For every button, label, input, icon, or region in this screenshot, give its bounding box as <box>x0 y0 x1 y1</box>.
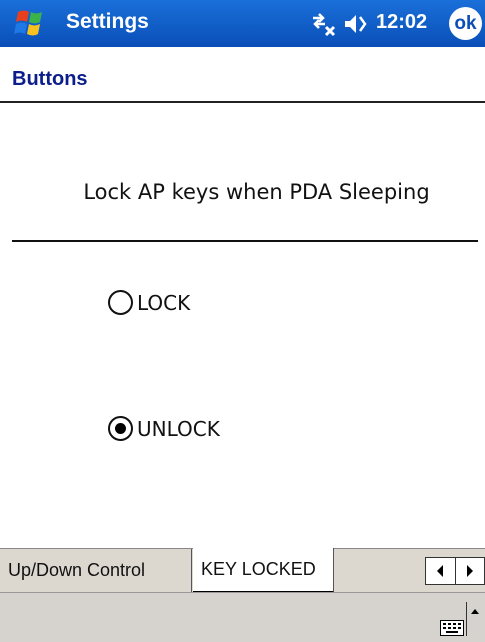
tab-key-locked[interactable]: KEY LOCKED <box>193 548 334 593</box>
arrow-left-icon <box>437 565 444 577</box>
input-panel-toggle-button[interactable] <box>466 602 483 636</box>
app-title: Settings <box>66 10 149 33</box>
tab-strip: Up/Down Control KEY LOCKED <box>0 548 485 593</box>
page-title: Buttons <box>12 68 88 90</box>
lock-radio-label[interactable]: LOCK <box>137 291 190 315</box>
unlock-radio-button[interactable] <box>108 416 133 441</box>
keyboard-icon[interactable] <box>440 620 464 636</box>
tab-up-down-control[interactable]: Up/Down Control <box>0 549 192 592</box>
unlock-radio-label[interactable]: UNLOCK <box>137 417 220 441</box>
windows-start-icon[interactable] <box>8 6 52 42</box>
unlock-radio-option[interactable]: UNLOCK <box>108 416 220 441</box>
command-bar <box>0 592 485 642</box>
title-bar: Settings 12:02 ok <box>0 0 485 47</box>
lock-radio-option[interactable]: LOCK <box>108 290 190 315</box>
tab-scroll-buttons <box>425 557 485 585</box>
chevron-up-icon <box>471 609 479 614</box>
connectivity-icon[interactable] <box>309 10 339 38</box>
tab-scroll-right-button[interactable] <box>456 558 485 584</box>
ok-button[interactable]: ok <box>449 7 482 40</box>
lock-prompt-label: Lock AP keys when PDA Sleeping <box>83 180 430 204</box>
prompt-divider <box>12 240 478 242</box>
radio-selected-dot <box>115 423 126 434</box>
lock-radio-button[interactable] <box>108 290 133 315</box>
clock[interactable]: 12:02 <box>376 11 427 34</box>
volume-icon[interactable] <box>343 11 369 37</box>
arrow-right-icon <box>466 565 473 577</box>
tab-scroll-left-button[interactable] <box>426 558 456 584</box>
header-divider <box>0 101 485 103</box>
